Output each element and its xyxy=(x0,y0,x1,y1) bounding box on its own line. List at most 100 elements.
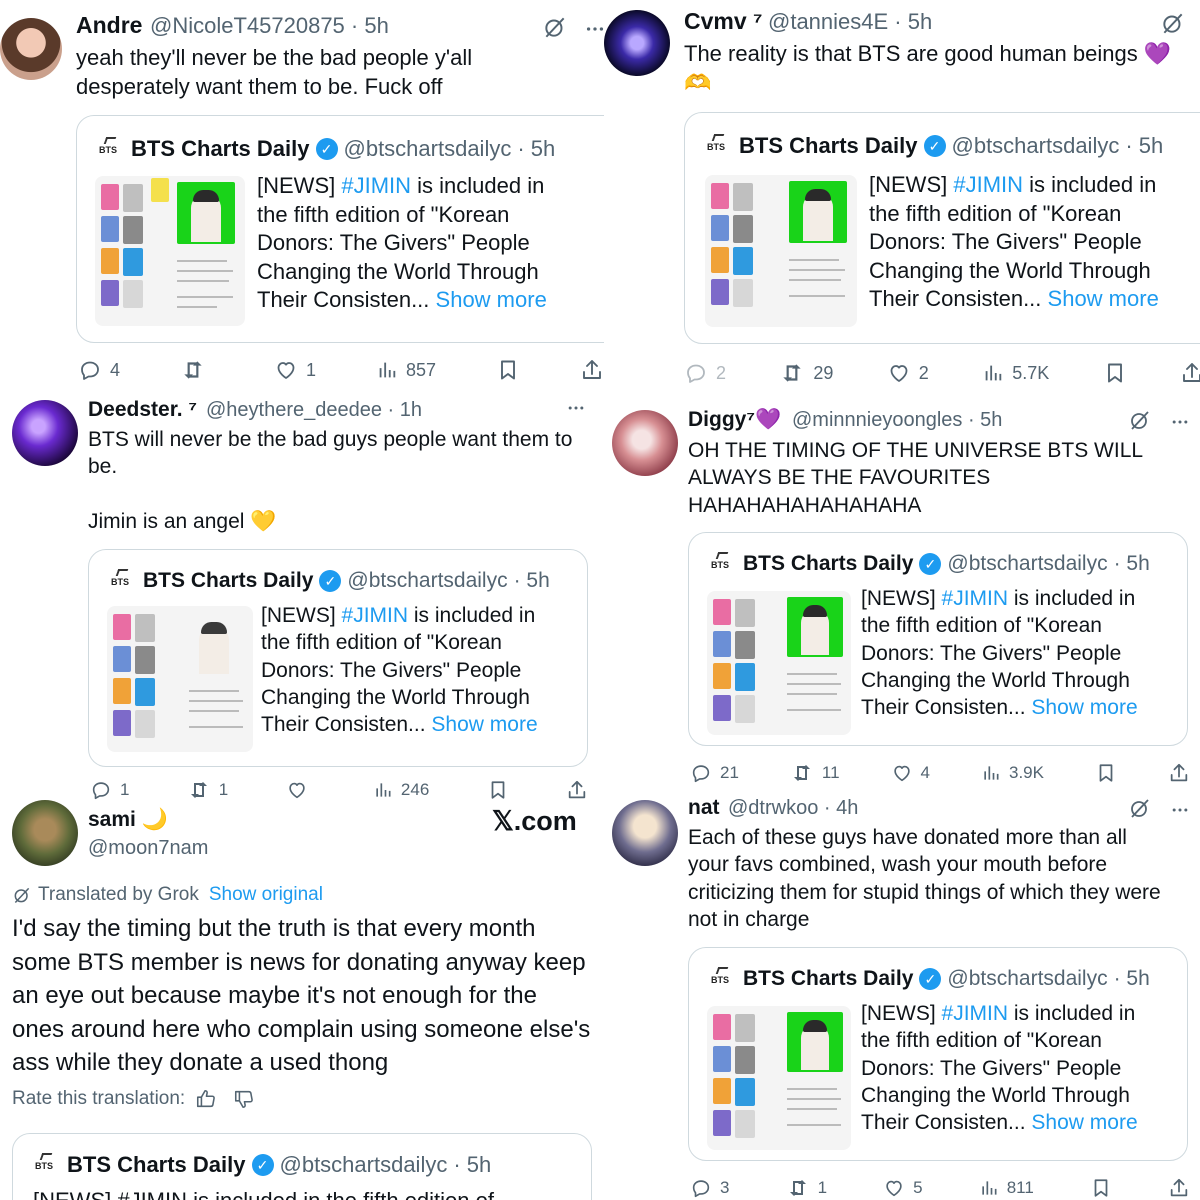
avatar[interactable] xyxy=(612,800,678,866)
show-more-link[interactable]: Show more xyxy=(1031,1111,1137,1134)
quoted-time: · 5h xyxy=(1125,133,1164,158)
share-button[interactable] xyxy=(580,358,604,382)
bookmark-button[interactable] xyxy=(487,779,509,800)
handle-and-time[interactable]: @minnnieyoongles · 5h xyxy=(792,409,1002,432)
display-name[interactable]: Diggy⁷💜 xyxy=(688,408,781,432)
like-button[interactable]: 2 xyxy=(887,361,929,385)
bookmark-button[interactable] xyxy=(1103,361,1127,385)
share-button[interactable] xyxy=(566,779,588,800)
show-more-link[interactable]: Show more xyxy=(1031,696,1137,719)
quoted-tweet[interactable]: BTS BTS Charts Daily ✓ @btschartsdailyc … xyxy=(76,115,604,343)
verified-badge-icon: ✓ xyxy=(923,135,946,157)
handle[interactable]: @moon7nam xyxy=(88,837,208,860)
quoted-tweet-thumbnail[interactable] xyxy=(95,176,245,326)
retweet-button[interactable]: 29 xyxy=(779,360,833,386)
quoted-tweet-thumbnail[interactable] xyxy=(707,1006,851,1150)
reply-button[interactable]: 2 xyxy=(684,361,726,385)
display-name[interactable]: sami 🌙 xyxy=(88,808,168,832)
grok-icon[interactable] xyxy=(1128,408,1152,432)
hashtag-link[interactable]: #JIMIN xyxy=(942,1002,1009,1025)
hashtag-link[interactable]: #JIMIN xyxy=(953,172,1023,197)
grok-icon[interactable] xyxy=(542,14,568,40)
reply-icon xyxy=(78,358,102,382)
views-button[interactable]: 3.9K xyxy=(981,763,1044,783)
retweet-icon xyxy=(180,357,206,383)
retweet-button[interactable]: 1 xyxy=(187,778,228,800)
thumbs-up-icon[interactable] xyxy=(195,1088,217,1110)
hashtag-link[interactable]: #JIMIN xyxy=(942,587,1009,610)
retweet-button[interactable]: 11 xyxy=(790,761,840,785)
grok-icon[interactable] xyxy=(1160,10,1186,36)
quoted-tweet-text-truncated: [NEWS] #JIMIN is included in the fifth e… xyxy=(33,1188,494,1200)
display-name[interactable]: Andre xyxy=(76,12,142,39)
like-button[interactable] xyxy=(286,779,316,800)
more-icon[interactable] xyxy=(1170,800,1190,820)
views-button[interactable]: 5.7K xyxy=(982,362,1049,384)
views-button[interactable]: 246 xyxy=(373,780,429,800)
more-icon[interactable] xyxy=(566,398,586,418)
reply-icon xyxy=(684,361,708,385)
avatar[interactable] xyxy=(604,10,670,76)
bookmark-button[interactable] xyxy=(1090,1177,1112,1199)
hashtag-link[interactable]: #JIMIN xyxy=(342,604,409,627)
bookmark-button[interactable] xyxy=(1095,762,1117,784)
quoted-tweet-thumbnail[interactable] xyxy=(707,591,851,735)
share-button[interactable] xyxy=(1168,762,1190,784)
reply-button[interactable]: 3 xyxy=(690,1177,729,1199)
show-more-link[interactable]: Show more xyxy=(436,287,547,312)
views-button[interactable]: 811 xyxy=(979,1178,1034,1198)
reply-button[interactable]: 4 xyxy=(78,358,120,382)
quoted-display-name: BTS Charts Daily xyxy=(131,136,310,161)
hashtag-link[interactable]: #JIMIN xyxy=(341,173,411,198)
grok-icon[interactable] xyxy=(1128,796,1152,820)
bookmark-icon xyxy=(1103,361,1127,385)
reply-button[interactable]: 1 xyxy=(90,779,129,800)
like-button[interactable]: 4 xyxy=(891,762,930,784)
display-name[interactable]: Cvmv ⁷ xyxy=(684,8,763,35)
quoted-tweet[interactable]: BTS BTS Charts Daily ✓ @btschartsdailyc … xyxy=(684,112,1200,344)
avatar[interactable] xyxy=(12,800,78,866)
quoted-tweet[interactable]: BTS BTS Charts Daily ✓ @btschartsdailyc … xyxy=(88,549,588,767)
share-button[interactable] xyxy=(1180,361,1200,385)
quoted-display-name: BTS Charts Daily xyxy=(743,552,914,575)
display-name[interactable]: Deedster. ⁷ xyxy=(88,398,197,422)
handle-and-time[interactable]: @heythere_deedee · 1h xyxy=(206,399,422,422)
avatar[interactable] xyxy=(0,18,62,80)
like-button[interactable]: 5 xyxy=(883,1177,923,1199)
handle-and-time[interactable]: @dtrwkoo · 4h xyxy=(728,797,858,820)
tweet-panel-sami: sami 🌙 @moon7nam 𝕏.com Translated by Gro… xyxy=(0,800,604,1200)
reply-button[interactable]: 21 xyxy=(690,762,739,784)
quoted-tweet-thumbnail[interactable] xyxy=(107,606,253,752)
show-more-link[interactable]: Show more xyxy=(431,713,537,736)
show-more-link[interactable]: Show more xyxy=(1048,286,1159,311)
views-button[interactable]: 857 xyxy=(376,359,436,381)
action-bar: 1 1 246 xyxy=(90,778,588,800)
show-original-link[interactable]: Show original xyxy=(209,884,323,906)
quoted-tweet[interactable]: BTS BTS Charts Daily ✓ @btschartsdailyc … xyxy=(688,532,1188,746)
avatar[interactable] xyxy=(12,400,78,466)
more-icon[interactable] xyxy=(1170,412,1190,432)
x-watermark: 𝕏.com xyxy=(492,806,577,836)
display-name[interactable]: nat xyxy=(688,796,720,820)
views-icon xyxy=(373,780,393,800)
tweet-panel-deedster: Deedster. ⁷ @heythere_deedee · 1h BTS wi… xyxy=(0,392,604,800)
quoted-time: · 5h xyxy=(453,1152,492,1177)
bts-logo-icon: BTS xyxy=(33,1152,59,1178)
views-icon xyxy=(979,1178,999,1198)
share-button[interactable] xyxy=(1168,1177,1190,1199)
thumbs-down-icon[interactable] xyxy=(233,1088,255,1110)
avatar[interactable] xyxy=(612,410,678,476)
bookmark-button[interactable] xyxy=(496,358,520,382)
quoted-tweet[interactable]: BTS BTS Charts Daily ✓ @btschartsdailyc … xyxy=(12,1133,592,1200)
handle-and-time[interactable]: @NicoleT45720875 · 5h xyxy=(150,13,389,39)
like-button[interactable]: 1 xyxy=(274,358,316,382)
quoted-tweet[interactable]: BTS BTS Charts Daily ✓ @btschartsdailyc … xyxy=(688,947,1188,1161)
quoted-tweet-text: [NEWS] #JIMIN is included in the fifth e… xyxy=(869,172,1159,312)
like-icon xyxy=(887,361,911,385)
more-icon[interactable] xyxy=(584,18,604,40)
retweet-button[interactable]: 1 xyxy=(786,1176,827,1200)
handle-and-time[interactable]: @tannies4E · 5h xyxy=(768,9,932,35)
quoted-tweet-thumbnail[interactable] xyxy=(705,175,857,327)
retweet-button[interactable] xyxy=(180,357,214,383)
quoted-handle: @btschartsdailyc xyxy=(947,967,1108,990)
